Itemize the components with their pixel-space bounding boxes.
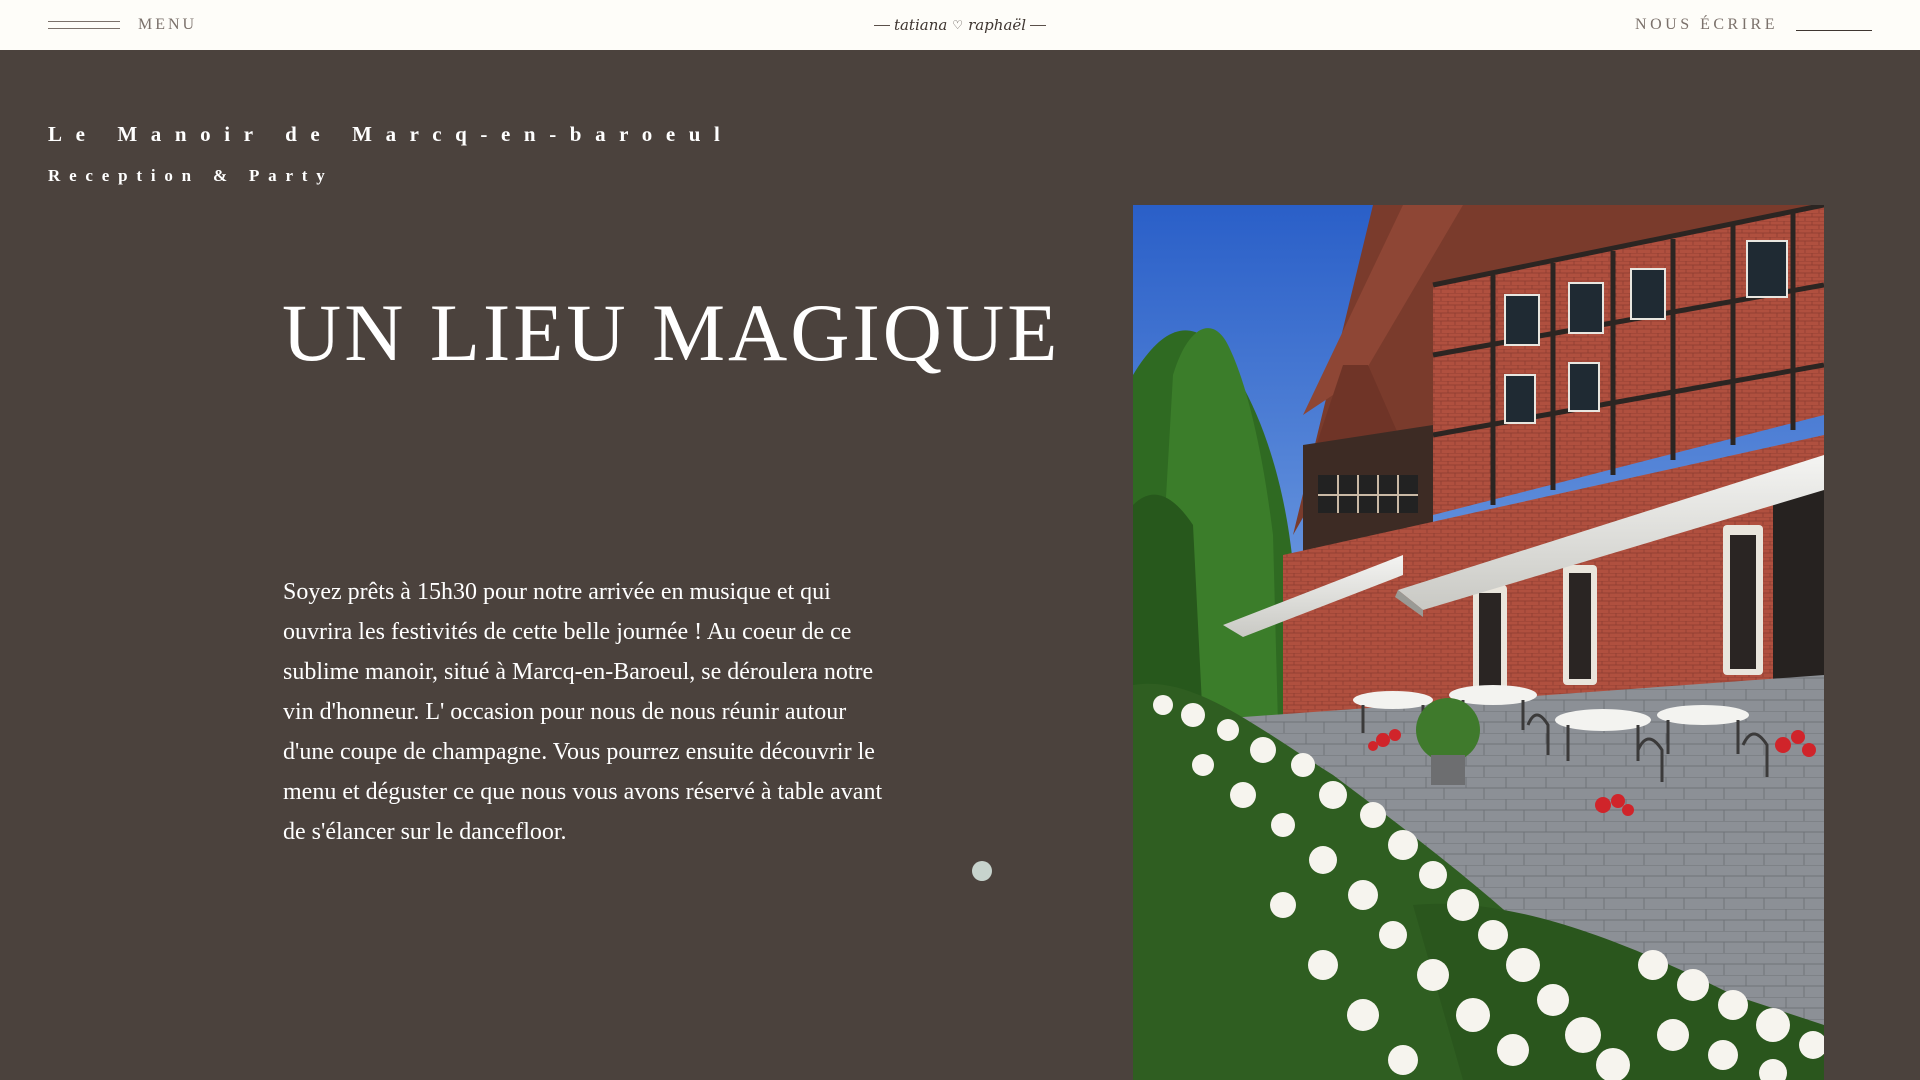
page-heading: UN LIEU MAGIQUE <box>282 287 1061 378</box>
description-paragraph: Soyez prêts à 15h30 pour notre arrivée e… <box>283 579 883 845</box>
venue-photo <box>1133 205 1824 1080</box>
scroll-indicator-dot[interactable] <box>972 861 992 881</box>
contact-underline <box>1796 29 1872 31</box>
heart-icon: ♡ <box>952 17 964 32</box>
venue-subtitle: Reception & Party <box>48 166 334 185</box>
logo-name-left: tatiana <box>893 16 948 34</box>
contact-label[interactable]: NOUS ÉCRIRE <box>1635 12 1778 38</box>
venue-title: Le Manoir de Marcq-en-baroeul <box>48 122 734 146</box>
contact-link[interactable]: NOUS ÉCRIRE <box>1635 12 1872 38</box>
logo-right-flourish <box>1030 24 1047 26</box>
couple-logo[interactable]: tatiana ♡ raphaël <box>874 10 1047 40</box>
menu-label[interactable]: MENU <box>138 12 197 38</box>
menu-button[interactable]: MENU <box>48 12 197 38</box>
top-navigation-bar: MENU tatiana ♡ raphaël NOUS ÉCRIRE <box>0 0 1920 50</box>
hamburger-icon[interactable] <box>48 19 120 31</box>
logo-name-right: raphaël <box>968 16 1027 34</box>
logo-left-flourish <box>874 24 890 26</box>
